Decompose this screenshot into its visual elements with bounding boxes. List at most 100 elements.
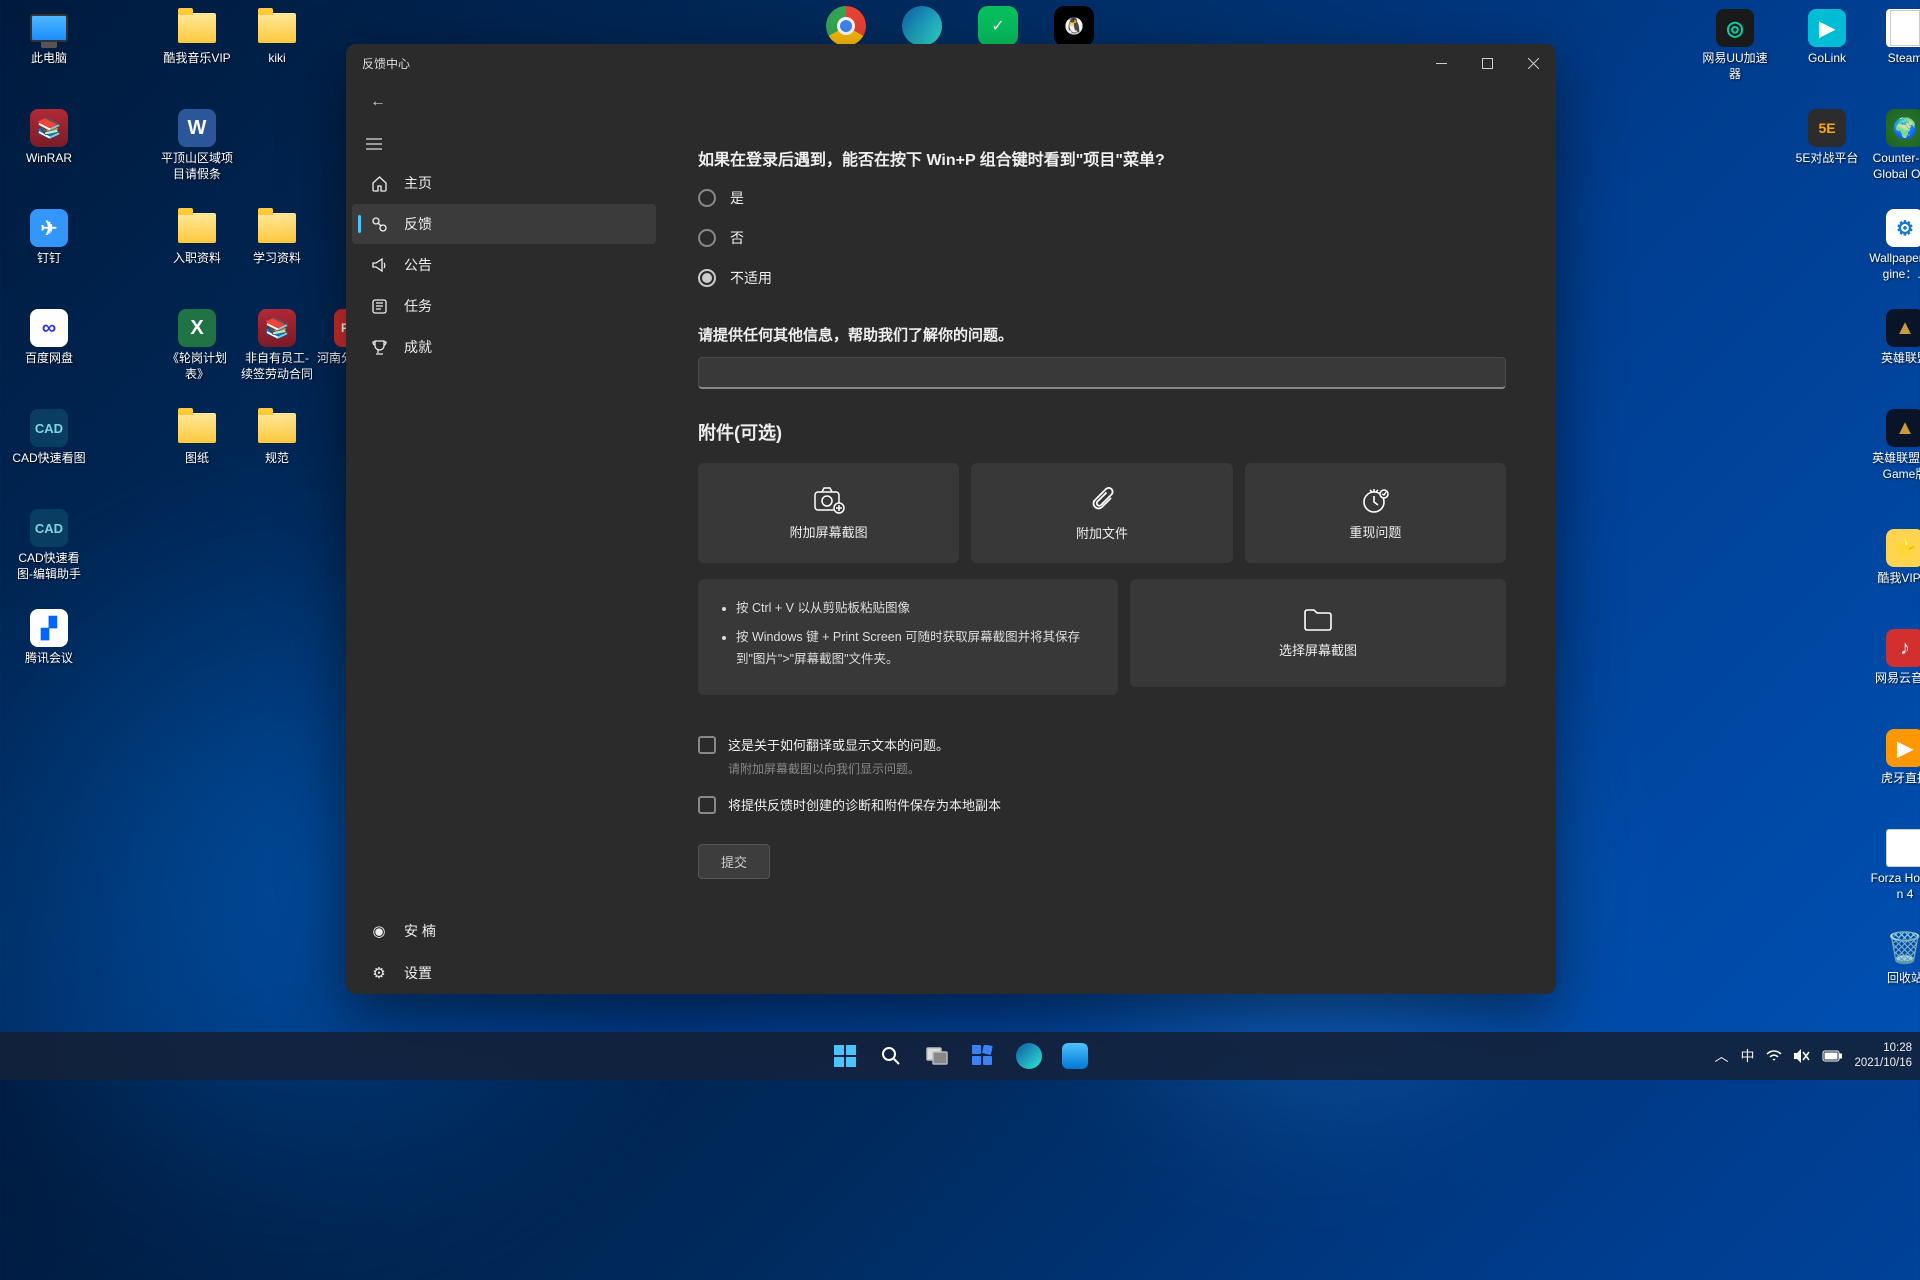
close-button[interactable] [1510,44,1556,82]
desktop-icon[interactable]: ▲英雄联盟WeGame版 [1868,408,1920,482]
folder-icon [257,208,297,248]
desktop-icon[interactable]: 📚非自有员工-续签劳动合同 [240,308,314,382]
gear-icon: ⚙ [370,964,388,982]
monitor-icon [29,8,69,48]
tray-chevron-icon[interactable]: ︿ [1714,1046,1728,1066]
steam-icon [1885,8,1920,48]
folder-icon [1303,608,1333,632]
battery-icon[interactable] [1822,1050,1842,1062]
taskbar-clock[interactable]: 10:28 2021/10/16 [1854,1041,1912,1071]
desktop-icon[interactable]: W平顶山区域项目请假条 [160,108,234,182]
desktop-icon[interactable]: 酷我音乐VIP [160,8,234,67]
desktop-icon-label: 平顶山区域项目请假条 [160,151,234,182]
save-local-checkbox[interactable] [698,796,716,814]
desktop-icon-label: 网易云音乐 [1875,671,1920,687]
desktop-icon[interactable]: 入职资料 [160,208,234,267]
huya-icon: ▶ [1885,728,1920,768]
desktop-icon[interactable]: 此电脑 [12,8,86,67]
edge-icon[interactable] [902,6,942,46]
radio-option-2[interactable]: 不适用 [698,268,1506,288]
uu-icon: ◎ [1715,8,1755,48]
attach-file-card[interactable]: 附加文件 [971,463,1232,563]
desktop-icon[interactable]: 学习资料 [240,208,314,267]
desktop-icon-label: 英雄联盟 [1881,351,1920,367]
sidebar-user[interactable]: ◉安 楠 [352,911,656,951]
cad2-icon: CAD [29,508,69,548]
file-icon [1885,828,1920,868]
clock-time: 10:28 [1854,1041,1912,1056]
search-button[interactable] [871,1036,911,1076]
desktop-icon[interactable]: ⚙Wallpaper Engine：... [1868,208,1920,282]
tip-1: 按 Ctrl + V 以从剪贴板粘贴图像 [736,597,1096,620]
desktop-icon[interactable]: X《轮岗计划表》 [160,308,234,382]
word-icon: W [177,108,217,148]
desktop-icon[interactable]: 🗑️回收站 [1868,928,1920,987]
radio-option-0[interactable]: 是 [698,188,1506,208]
start-button[interactable] [825,1036,865,1076]
desktop-icon[interactable]: ⭐酷我VIP版 [1868,528,1920,587]
back-button[interactable]: ← [362,86,394,118]
taskbar-app-icon[interactable] [1055,1036,1095,1076]
desktop-icon[interactable]: ▲英雄联盟 [1868,308,1920,367]
taskbar-edge-icon[interactable] [1009,1036,1049,1076]
volume-icon[interactable] [1794,1049,1810,1063]
record-icon [1360,486,1390,514]
info-input[interactable] [698,357,1506,389]
desktop-icon-label: 图纸 [185,451,209,467]
widgets-button[interactable] [963,1036,1003,1076]
submit-button[interactable]: 提交 [698,844,770,879]
hamburger-button[interactable] [354,126,394,162]
wifi-icon[interactable] [1766,1050,1782,1062]
desktop-icon-label: 此电脑 [31,51,67,67]
desktop-icon-label: GoLink [1808,51,1846,67]
desktop-icon[interactable]: ▶虎牙直播 [1868,728,1920,787]
desktop-icon-label: 规范 [265,451,289,467]
desktop-icon[interactable]: Steam [1868,8,1920,67]
wpe-icon: ⚙ [1885,208,1920,248]
wechat-icon[interactable]: ✓ [978,6,1018,46]
maximize-button[interactable] [1464,44,1510,82]
titlebar[interactable]: 反馈中心 [346,44,1556,82]
ime-indicator[interactable]: 中 [1740,1046,1754,1066]
choose-screenshot-label: 选择屏幕截图 [1279,640,1357,659]
sidebar-settings[interactable]: ⚙设置 [352,953,656,993]
attach-screenshot-card[interactable]: 附加屏幕截图 [698,463,959,563]
recreate-problem-card[interactable]: 重现问题 [1245,463,1506,563]
bin-icon: 🗑️ [1885,928,1920,968]
desktop-icon[interactable]: ♪网易云音乐 [1868,628,1920,687]
qq-icon[interactable]: 🐧 [1054,6,1094,46]
sidebar-item-label: 公告 [404,255,432,275]
translation-checkbox-sub: 请附加屏幕截图以向我们显示问题。 [728,760,1506,777]
taskview-button[interactable] [917,1036,957,1076]
desktop-icon[interactable]: ◎网易UU加速器 [1698,8,1772,82]
desktop-icon[interactable]: CADCAD快速看图-编辑助手 [12,508,86,582]
sidebar-item-task[interactable]: 任务 [352,286,656,326]
desktop-icon[interactable]: ▶GoLink [1790,8,1864,67]
chrome-icon[interactable] [826,6,866,46]
desktop-icon[interactable]: 📚WinRAR [12,108,86,167]
attach-header: 附件(可选) [698,419,1506,445]
desktop-icon[interactable]: 规范 [240,408,314,467]
desktop-icon[interactable]: ✈钉钉 [12,208,86,267]
desktop-icon[interactable]: 图纸 [160,408,234,467]
desktop-icon[interactable]: 🌍Counter-S... Global Off... [1868,108,1920,182]
desktop-icon[interactable]: kiki [240,8,314,67]
radio-option-1[interactable]: 否 [698,228,1506,248]
desktop-icon[interactable]: CADCAD快速看图 [12,408,86,467]
sidebar-item-trophy[interactable]: 成就 [352,327,656,367]
radio-label: 是 [730,188,744,208]
desktop-icon[interactable]: ∞百度网盘 [12,308,86,367]
desktop-icon-label: CAD快速看图-编辑助手 [12,551,86,582]
desktop-icon[interactable]: ▞腾讯会议 [12,608,86,667]
sidebar-item-announce[interactable]: 公告 [352,245,656,285]
sidebar-item-feedback[interactable]: 反馈 [352,204,656,244]
sidebar-item-home[interactable]: 主页 [352,163,656,203]
desktop-icon[interactable]: 5E5E对战平台 [1790,108,1864,167]
translation-checkbox[interactable] [698,736,716,754]
kuwo-icon: ⭐ [1885,528,1920,568]
desktop-icon-label: 百度网盘 [25,351,73,367]
radio-group: 是否不适用 [698,188,1506,288]
minimize-button[interactable] [1418,44,1464,82]
choose-screenshot-card[interactable]: 选择屏幕截图 [1130,579,1506,687]
desktop-icon[interactable]: Forza Horizon 4 [1868,828,1920,902]
